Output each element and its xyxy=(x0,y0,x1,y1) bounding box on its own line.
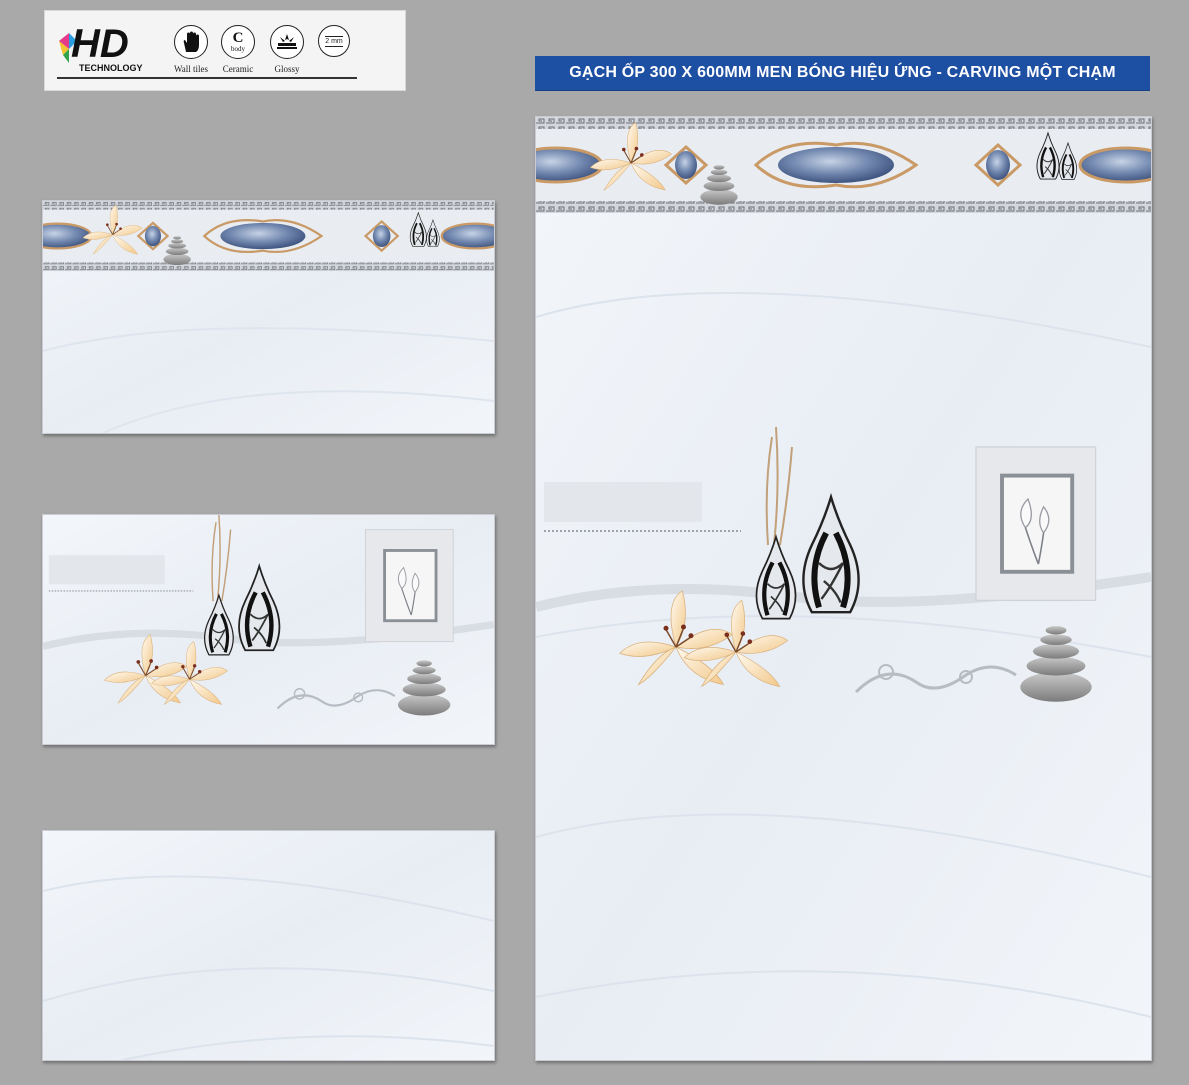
feature-ceramic: C body Ceramic xyxy=(213,25,263,74)
logo-divider xyxy=(57,77,357,79)
glossy-icon xyxy=(270,25,304,59)
feature-wall-tiles: Wall tiles xyxy=(166,25,216,74)
brand-header-card: HD TECHNOLOGY Wall tiles C body Ceramic … xyxy=(45,11,405,90)
feature-label: Glossy xyxy=(274,64,300,74)
wall-preview xyxy=(535,116,1152,1061)
feature-glossy: Glossy xyxy=(262,25,312,74)
border-tile xyxy=(42,200,495,434)
ceramic-glyph: C xyxy=(232,30,244,46)
feature-label: Ceramic xyxy=(222,64,254,74)
logo-subtitle-text: TECHNOLOGY xyxy=(79,63,143,73)
feature-label: Wall tiles xyxy=(173,64,209,74)
plain-tile xyxy=(42,830,495,1061)
hd-technology-logo: HD TECHNOLOGY xyxy=(59,22,143,73)
logo-brand-text: HD xyxy=(71,22,129,66)
product-title: GẠCH ỐP 300 X 600MM MEN BÓNG HIỆU ỨNG - … xyxy=(569,64,1116,81)
ceramic-body-icon: C body xyxy=(221,25,255,59)
ceramic-glyph-sub: body xyxy=(231,45,245,53)
thickness-glyph: 2 mm xyxy=(325,35,343,47)
thickness-icon: 2 mm xyxy=(318,25,350,57)
feature-thickness: 2 mm xyxy=(309,25,359,57)
product-title-bar: GẠCH ỐP 300 X 600MM MEN BÓNG HIỆU ỨNG - … xyxy=(535,56,1150,90)
hand-icon xyxy=(174,25,208,59)
decor-tile xyxy=(42,514,495,745)
